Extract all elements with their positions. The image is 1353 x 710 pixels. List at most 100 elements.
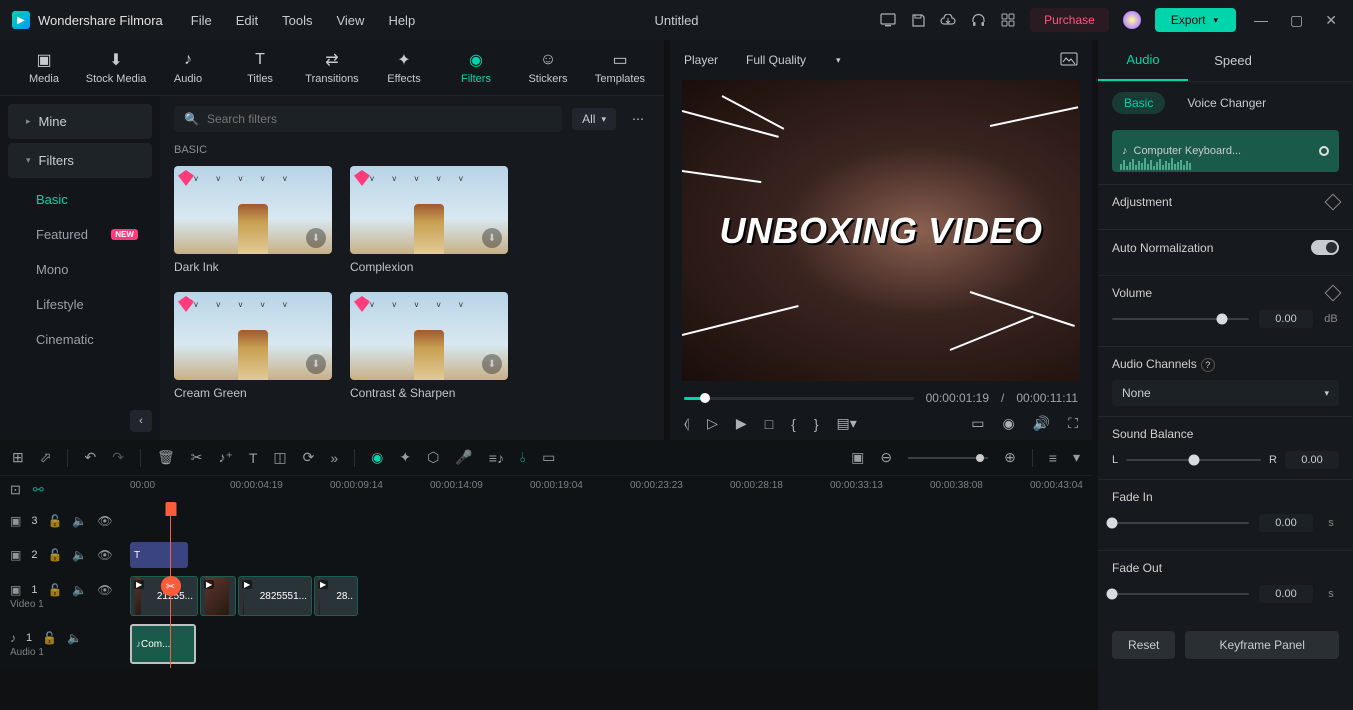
adjustment-keyframe-icon[interactable] xyxy=(1325,194,1342,211)
crop-button[interactable]: ▤▾ xyxy=(837,415,857,432)
user-avatar-icon[interactable] xyxy=(1123,11,1141,29)
menu-file[interactable]: File xyxy=(191,13,212,28)
visibility-icon[interactable]: 👁 xyxy=(97,514,112,528)
mark-in-button[interactable]: { xyxy=(791,416,796,432)
balance-value[interactable]: 0.00 xyxy=(1285,451,1339,469)
volume-slider[interactable] xyxy=(1112,318,1249,320)
color-icon[interactable]: ✦ xyxy=(399,449,411,466)
quality-dropdown[interactable]: Full Quality▾ xyxy=(738,49,849,71)
purchase-button[interactable]: Purchase xyxy=(1030,8,1109,32)
audio-clip-1[interactable]: ♪Com... xyxy=(130,624,196,664)
fade-in-slider[interactable] xyxy=(1112,522,1249,524)
snapshot-mode-icon[interactable] xyxy=(1060,52,1078,69)
sidebar-featured[interactable]: Featured NEW xyxy=(0,217,160,252)
track-link-icon[interactable]: ⚯ xyxy=(33,482,44,498)
more-options-button[interactable]: ⋯ xyxy=(626,112,650,126)
sidebar-basic[interactable]: Basic xyxy=(0,182,160,217)
menu-edit[interactable]: Edit xyxy=(236,13,258,28)
volume-button[interactable]: 🔊 xyxy=(1033,415,1050,432)
subtab-voice-changer[interactable]: Voice Changer xyxy=(1175,92,1278,114)
channels-dropdown[interactable]: None▾ xyxy=(1112,380,1339,406)
zoom-in-icon[interactable]: ⊕ xyxy=(1004,449,1016,466)
filter-thumb-dark-ink[interactable]: v v v v v⬇Dark Ink xyxy=(174,166,332,274)
menu-view[interactable]: View xyxy=(336,13,364,28)
track-manage-icon[interactable]: ⊡ xyxy=(10,482,21,498)
audio-mix-icon[interactable]: ≡♪ xyxy=(489,450,504,466)
filter-all-dropdown[interactable]: All▾ xyxy=(572,108,616,130)
redo-button[interactable]: ↷ xyxy=(112,449,124,466)
visibility-icon[interactable]: 👁 xyxy=(97,548,112,562)
close-button[interactable]: ✕ xyxy=(1321,12,1341,29)
crop-icon[interactable]: ◫ xyxy=(273,449,286,466)
headphones-icon[interactable] xyxy=(970,12,986,28)
sidebar-mine[interactable]: ▸Mine xyxy=(8,104,152,139)
mute-icon[interactable]: 🔈 xyxy=(72,548,87,562)
voiceover-icon[interactable]: 🎤 xyxy=(455,449,472,466)
sidebar-mono[interactable]: Mono xyxy=(0,252,160,287)
tracks-view-icon[interactable]: ≡ xyxy=(1049,450,1057,466)
render-icon[interactable]: ▣ xyxy=(851,449,864,466)
speed-icon[interactable]: ⟳ xyxy=(303,449,315,466)
reset-button[interactable]: Reset xyxy=(1112,631,1175,659)
cloud-icon[interactable] xyxy=(940,12,956,28)
music-edit-icon[interactable]: ♪⁺ xyxy=(218,449,232,466)
cursor-icon[interactable]: ⬀ xyxy=(40,449,52,466)
play-button[interactable]: ▶ xyxy=(736,415,747,432)
filter-thumb-contrast-sharpen[interactable]: v v v v v⬇Contrast & Sharpen xyxy=(350,292,508,400)
mark-out-button[interactable]: } xyxy=(814,416,819,432)
filter-thumb-cream-green[interactable]: v v v v v⬇Cream Green xyxy=(174,292,332,400)
balance-slider[interactable] xyxy=(1126,459,1261,461)
stop-button[interactable]: □ xyxy=(765,416,773,432)
magnet-icon[interactable]: ⫰ xyxy=(520,449,526,466)
marker-icon[interactable]: ⬡ xyxy=(427,449,439,466)
download-icon[interactable]: ⬇ xyxy=(482,228,502,248)
playback-slider[interactable] xyxy=(684,397,914,400)
mute-icon[interactable]: 🔈 xyxy=(72,514,87,528)
subtab-basic[interactable]: Basic xyxy=(1112,92,1165,114)
video-clip-4[interactable]: ▶28.. xyxy=(314,576,358,616)
keyframe-panel-button[interactable]: Keyframe Panel xyxy=(1185,631,1339,659)
sidebar-lifestyle[interactable]: Lifestyle xyxy=(0,287,160,322)
fade-out-value[interactable]: 0.00 xyxy=(1259,585,1313,603)
snapshot-button[interactable]: ◉ xyxy=(1003,415,1015,432)
playhead[interactable]: ✂ xyxy=(170,504,171,668)
fade-in-value[interactable]: 0.00 xyxy=(1259,514,1313,532)
fullscreen-button[interactable]: ⛶ xyxy=(1068,415,1078,432)
lock-icon[interactable]: 🔓 xyxy=(47,514,62,528)
video-clip-3[interactable]: ▶2825551... xyxy=(238,576,312,616)
search-input[interactable] xyxy=(207,112,552,126)
lock-icon[interactable]: 🔓 xyxy=(47,548,62,562)
video-clip-2[interactable]: ▶ xyxy=(200,576,236,616)
tab-effects[interactable]: ✦Effects xyxy=(368,47,440,89)
delete-button[interactable]: 🗑 xyxy=(157,449,175,466)
layout-icon[interactable]: ⊞ xyxy=(12,449,24,466)
undo-button[interactable]: ↶ xyxy=(84,449,96,466)
tracks-opts-icon[interactable]: ▾ xyxy=(1073,449,1080,466)
download-icon[interactable]: ⬇ xyxy=(306,228,326,248)
minimize-button[interactable]: — xyxy=(1250,12,1272,28)
auto-norm-toggle[interactable] xyxy=(1311,240,1339,255)
filter-thumb-complexion[interactable]: v v v v v⬇Complexion xyxy=(350,166,508,274)
tab-stickers[interactable]: ☺Stickers xyxy=(512,47,584,89)
tab-templates[interactable]: ▭Templates xyxy=(584,47,656,89)
zoom-out-icon[interactable]: ⊖ xyxy=(880,449,892,466)
text-edit-icon[interactable]: T xyxy=(249,450,258,466)
rtab-audio[interactable]: Audio xyxy=(1098,40,1188,81)
lock-icon[interactable]: 🔓 xyxy=(47,583,62,597)
more-icon[interactable]: » xyxy=(330,450,338,466)
display-button[interactable]: ▭ xyxy=(971,415,984,432)
sidebar-cinematic[interactable]: Cinematic xyxy=(0,322,160,357)
title-clip[interactable]: T xyxy=(130,542,188,568)
rtab-speed[interactable]: Speed xyxy=(1188,40,1278,81)
tab-titles[interactable]: TTitles xyxy=(224,47,296,89)
menu-tools[interactable]: Tools xyxy=(282,13,312,28)
tab-filters[interactable]: ◉Filters xyxy=(440,47,512,89)
apps-icon[interactable] xyxy=(1000,12,1016,28)
menu-help[interactable]: Help xyxy=(388,13,415,28)
download-icon[interactable]: ⬇ xyxy=(482,354,502,374)
mute-icon[interactable]: 🔈 xyxy=(67,631,82,645)
export-button[interactable]: Export▾ xyxy=(1155,8,1236,32)
fade-out-slider[interactable] xyxy=(1112,593,1249,595)
tab-audio[interactable]: ♪Audio xyxy=(152,47,224,89)
link-icon[interactable]: ▭ xyxy=(542,449,555,466)
